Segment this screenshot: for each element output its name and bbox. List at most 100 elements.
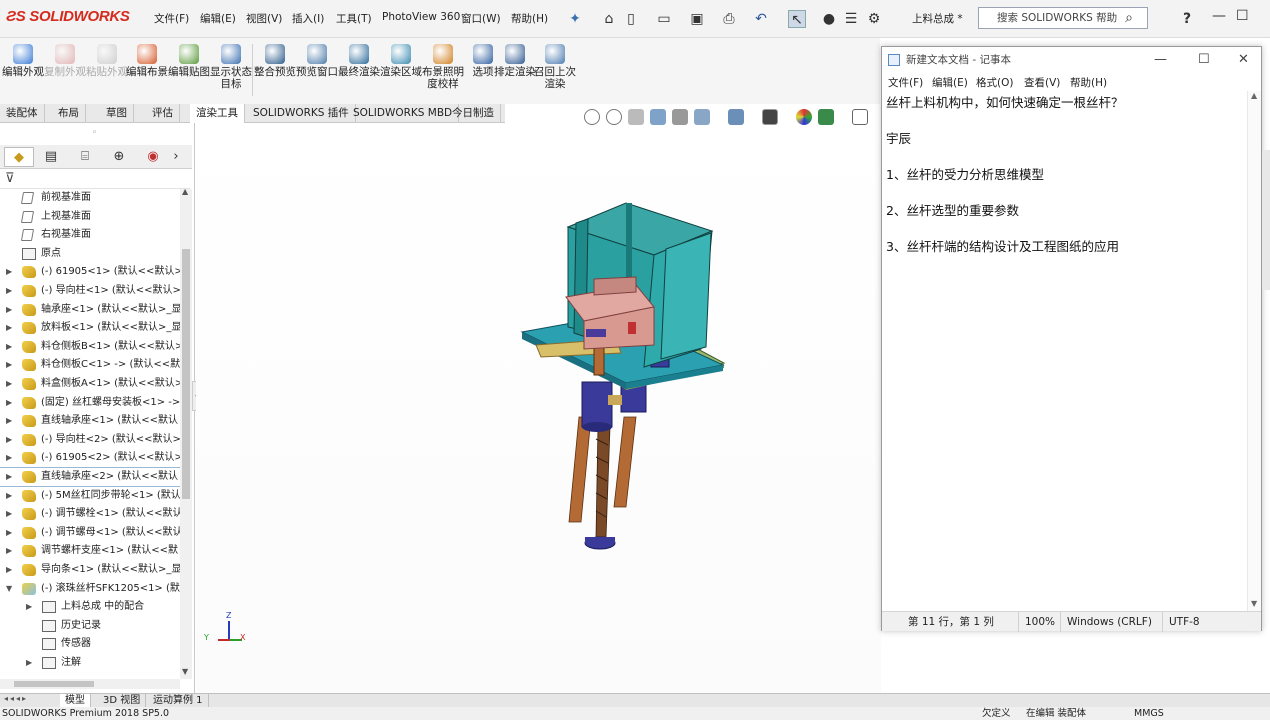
ribbon-button-3[interactable]: 编辑布景 (126, 44, 168, 78)
configuration-manager-tab-icon[interactable]: ⌸ (70, 147, 100, 167)
command-tab-2[interactable]: 草图 (100, 104, 134, 123)
zoom-area-icon[interactable] (606, 109, 622, 125)
menu-item-2[interactable]: 视图(V) (246, 11, 282, 26)
bottom-tab-0[interactable]: 模型 (60, 694, 91, 708)
collapse-arrow-icon[interactable]: ▼ (6, 580, 14, 598)
tree-horizontal-scrollbar[interactable] (0, 679, 180, 689)
command-tab-1[interactable]: 布局 (52, 104, 86, 123)
filter-icon[interactable]: ⊽ (5, 171, 15, 186)
tree-item[interactable]: 前视基准面 (0, 189, 180, 207)
new-document-icon[interactable]: ▯ (622, 10, 640, 28)
tree-item[interactable]: ▶ 轴承座<1> (默认<<默认>_显 (0, 301, 180, 319)
notepad-close-icon[interactable]: ✕ (1238, 47, 1249, 73)
ribbon-button-0[interactable]: 编辑外观 (2, 44, 44, 78)
expand-arrow-icon[interactable]: ▶ (6, 338, 14, 356)
options-gear-icon[interactable]: ⚙ (865, 10, 883, 28)
command-tab-7[interactable]: 今日制造 (446, 104, 501, 123)
graphics-area[interactable]: Z Y X (196, 127, 881, 693)
minimize-icon[interactable]: — (1212, 8, 1226, 24)
expand-arrow-icon[interactable]: ▶ (6, 561, 14, 579)
tree-item[interactable]: ▼ (-) 滚珠丝杆SFK1205<1> (默 (0, 580, 180, 598)
expand-arrow-icon[interactable]: ▶ (6, 468, 14, 486)
open-folder-icon[interactable]: ▭ (655, 10, 673, 28)
notepad-scrollbar[interactable]: ▲ ▼ (1247, 91, 1261, 611)
tree-item[interactable]: 历史记录 (0, 617, 180, 635)
ribbon-button-2[interactable]: 粘贴外观 (86, 44, 128, 78)
expand-arrow-icon[interactable]: ▶ (6, 282, 14, 300)
panel-grip-icon[interactable]: ◦ (92, 128, 97, 138)
ribbon-button-8[interactable]: 最终渲染 (338, 44, 380, 78)
tree-item[interactable]: ▶ (-) 5M丝杠同步带轮<1> (默认 (0, 487, 180, 505)
tree-scrollbar[interactable]: ▲ ▼ (180, 187, 192, 679)
notepad-text-area[interactable]: 丝杆上料机构中，如何快速确定一根丝杆？ 宇辰 1、丝杆的受力分析思维模型 2、丝杆选型… (882, 91, 1247, 611)
ribbon-button-6[interactable]: 整合预览 (254, 44, 296, 78)
maximize-icon[interactable]: ☐ (1236, 8, 1249, 24)
section-view-icon[interactable] (650, 109, 666, 125)
menu-item-6[interactable]: 窗口(W) (461, 11, 501, 26)
solidworks-logo[interactable]: ƧS SOLIDWORKS (6, 8, 130, 25)
expand-arrow-icon[interactable]: ▶ (26, 654, 34, 672)
tree-item[interactable]: 上视基准面 (0, 208, 180, 226)
menu-item-5[interactable]: PhotoView 360 (382, 11, 460, 23)
bottom-tab-2[interactable]: 运动算例 1 (148, 694, 209, 708)
tree-item[interactable]: ▶ 料仓侧板B<1> (默认<<默认> (0, 338, 180, 356)
tree-hscroll-thumb[interactable] (14, 681, 94, 687)
expand-arrow-icon[interactable]: ▶ (6, 301, 14, 319)
tree-item[interactable]: ▶ 导向条<1> (默认<<默认>_显 (0, 561, 180, 579)
tab-scroll-arrows-icon[interactable]: ◂◂◂▸ (4, 694, 28, 703)
print-icon[interactable]: ⎙ (720, 10, 738, 28)
ribbon-button-5[interactable]: 显示状态目标 (210, 44, 252, 90)
notepad-menu-item[interactable]: 帮助(H) (1070, 75, 1107, 90)
menu-item-4[interactable]: 工具(T) (336, 11, 372, 26)
ribbon-button-7[interactable]: 预览窗口 (296, 44, 338, 78)
ribbon-button-9[interactable]: 渲染区域 (380, 44, 422, 78)
help-icon[interactable]: ? (1178, 10, 1196, 28)
menu-item-3[interactable]: 插入(I) (292, 11, 324, 26)
np-scroll-up-icon[interactable]: ▲ (1251, 91, 1257, 100)
expand-arrow-icon[interactable]: ▶ (6, 356, 14, 374)
expand-arrow-icon[interactable]: ▶ (6, 449, 14, 467)
expand-arrow-icon[interactable]: ▶ (6, 375, 14, 393)
expand-arrow-icon[interactable]: ▶ (6, 394, 14, 412)
tree-item[interactable]: ▶ 注解 (0, 654, 180, 672)
zoom-to-fit-icon[interactable] (584, 109, 600, 125)
command-tab-6[interactable]: SOLIDWORKS MBD (347, 104, 460, 123)
view-settings-icon[interactable] (852, 109, 868, 125)
property-manager-tab-icon[interactable]: ▤ (36, 147, 66, 167)
ribbon-button-10[interactable]: 布景照明度校样 (422, 44, 464, 90)
expand-arrow-icon[interactable]: ▶ (6, 542, 14, 560)
chevron-right-icon[interactable]: › (166, 147, 186, 167)
tree-item[interactable]: 传感器 (0, 635, 180, 653)
expand-arrow-icon[interactable]: ▶ (6, 263, 14, 281)
tree-item[interactable]: 右视基准面 (0, 226, 180, 244)
search-icon[interactable]: ⌕ (1120, 9, 1138, 27)
traffic-light-icon[interactable]: ● (820, 10, 838, 28)
expand-arrow-icon[interactable]: ▶ (6, 524, 14, 542)
dynamic-annotation-icon[interactable] (672, 109, 688, 125)
select-pointer-icon[interactable]: ↖ (788, 10, 806, 28)
notepad-minimize-icon[interactable]: — (1154, 47, 1167, 73)
undo-icon[interactable]: ↶ (752, 10, 770, 28)
notepad-menu-item[interactable]: 查看(V) (1024, 75, 1060, 90)
menu-item-1[interactable]: 编辑(E) (200, 11, 236, 26)
command-tab-5[interactable]: SOLIDWORKS 插件 (247, 104, 356, 123)
tree-item[interactable]: ▶ (-) 调节螺栓<1> (默认<<默认 (0, 505, 180, 523)
tree-item[interactable]: ▶ (固定) 丝杠螺母安装板<1> -> (0, 394, 180, 412)
ribbon-button-13[interactable]: 召回上次渲染 (534, 44, 576, 90)
command-tab-3[interactable]: 评估 (146, 104, 180, 123)
ribbon-button-4[interactable]: 编辑贴图 (168, 44, 210, 78)
save-icon[interactable]: ▣ (688, 10, 706, 28)
tree-item[interactable]: ▶ 调节螺杆支座<1> (默认<<默 (0, 542, 180, 560)
hide-show-items-icon[interactable] (762, 109, 778, 125)
tree-filter[interactable]: ⊽ (0, 169, 190, 189)
scroll-down-icon[interactable]: ▼ (182, 667, 188, 676)
task-pane-tabs[interactable] (1262, 150, 1270, 290)
menu-item-0[interactable]: 文件(F) (154, 11, 189, 26)
previous-view-icon[interactable] (628, 109, 644, 125)
tree-item[interactable]: ▶ 料仓侧板C<1> -> (默认<<默 (0, 356, 180, 374)
edit-appearance-icon[interactable] (796, 109, 812, 125)
tree-item[interactable]: ▶ (-) 调节螺母<1> (默认<<默认 (0, 524, 180, 542)
command-tab-4[interactable]: 渲染工具 (190, 104, 245, 123)
expand-arrow-icon[interactable]: ▶ (6, 319, 14, 337)
notepad-menu-item[interactable]: 格式(O) (976, 75, 1013, 90)
